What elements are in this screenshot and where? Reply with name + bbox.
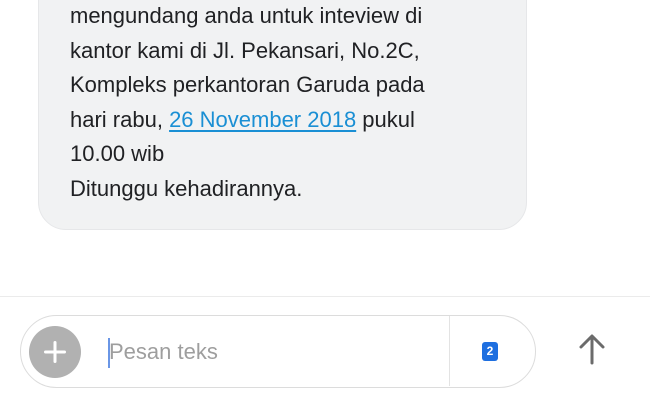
message-input[interactable] bbox=[109, 332, 409, 372]
text-cursor bbox=[108, 338, 110, 368]
message-text: pukul bbox=[356, 106, 415, 132]
message-bubble: mengundang anda untuk inteview di kantor… bbox=[38, 0, 527, 230]
message-line: Ditunggu kehadirannya. bbox=[70, 175, 303, 201]
plus-icon bbox=[44, 341, 66, 363]
message-text: hari rabu, bbox=[70, 106, 170, 132]
arrow-up-icon bbox=[579, 334, 605, 365]
message-line: kantor kami di Jl. Pekansari, No.2C, bbox=[70, 37, 420, 63]
message-line: Kompleks perkantoran Garuda pada bbox=[70, 72, 425, 98]
message-line: hari rabu, 26 November 2018 pukul bbox=[70, 103, 506, 138]
compose-bar: 2 bbox=[0, 297, 650, 400]
message-line: mengundang anda untuk inteview di bbox=[70, 3, 423, 28]
date-link[interactable]: 26 November 2018 bbox=[169, 107, 356, 132]
sim-selector-icon[interactable]: 2 bbox=[482, 342, 498, 361]
attach-button[interactable] bbox=[29, 326, 81, 378]
message-line: 10.00 wib bbox=[70, 141, 165, 167]
send-button[interactable] bbox=[566, 323, 618, 375]
compose-field: 2 bbox=[20, 315, 536, 388]
conversation-area: mengundang anda untuk inteview di kantor… bbox=[0, 0, 650, 296]
compose-divider-vertical bbox=[449, 316, 450, 386]
